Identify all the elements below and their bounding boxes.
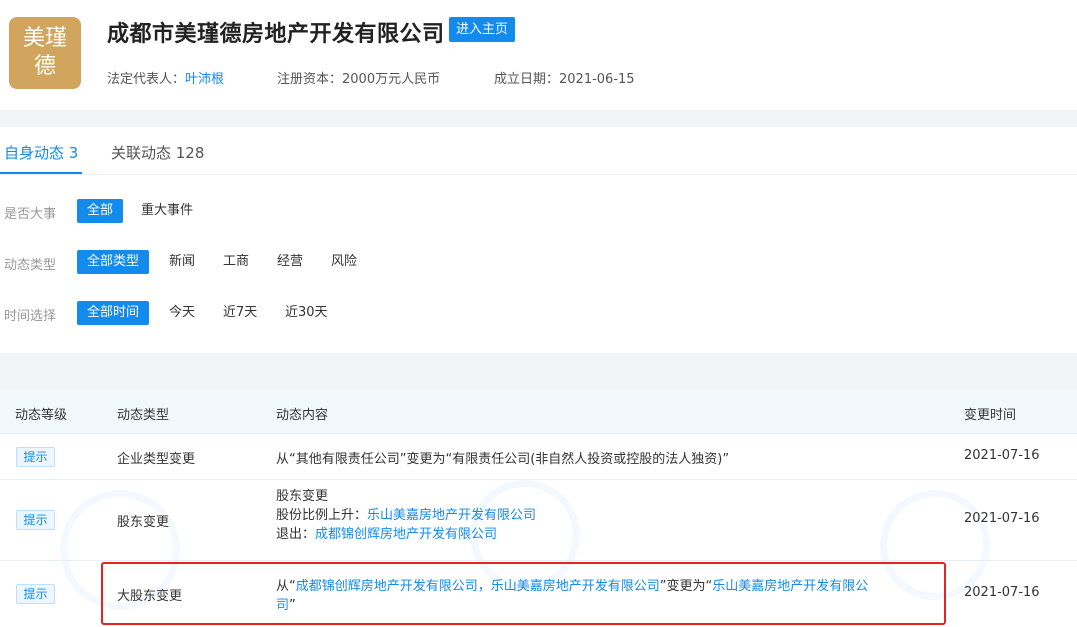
exit-label: 退出： [276,527,316,542]
capital-value: 2000万元人民币 [342,72,441,87]
logo-line-1: 美瑾 [22,26,67,51]
filter-option-news[interactable]: 新闻 [169,250,195,274]
legal-rep-link[interactable]: 叶沛根 [185,72,224,87]
founded-value: 2021-06-15 [559,72,635,87]
row-content-up: 股份比例上升：乐山美嘉房地产开发有限公司 [276,504,536,523]
filter-label-type: 动态类型 [4,258,57,273]
tab-related-updates[interactable]: 关联动态 128 [111,142,204,163]
legal-representative: 法定代表人：叶沛根 [107,68,224,87]
company-logo: 美瑾 德 [9,17,81,89]
filter-option-all-types[interactable]: 全部类型 [77,250,150,274]
col-header-level: 动态等级 [15,408,68,423]
red-highlight-box [101,562,946,625]
filter-option-30days[interactable]: 近30天 [285,301,328,325]
table-header: 动态等级 动态类型 动态内容 变更时间 [0,390,1077,434]
capital-label: 注册资本： [277,72,343,87]
row-content-exit: 退出：成都锦创辉房地产开发有限公司 [276,523,497,542]
level-badge: 提示 [16,584,55,604]
row-type: 股东变更 [117,515,170,530]
filter-option-risk[interactable]: 风险 [331,250,357,274]
registered-capital: 注册资本：2000万元人民币 [277,68,440,87]
row-date: 2021-07-16 [964,585,1040,600]
legal-rep-label: 法定代表人： [107,72,186,87]
col-header-type: 动态类型 [117,408,170,423]
filter-option-business[interactable]: 工商 [223,250,249,274]
filter-option-all-time[interactable]: 全部时间 [77,301,150,325]
filter-option-today[interactable]: 今天 [169,301,195,325]
level-badge: 提示 [16,510,55,530]
table-row: 提示 企业类型变更 从“其他有限责任公司”变更为“有限责任公司(非自然人投资或控… [0,434,1077,480]
filter-option-major-event[interactable]: 重大事件 [141,199,193,223]
row-date: 2021-07-16 [964,448,1040,463]
filter-option-all[interactable]: 全部 [77,199,124,223]
filter-label-time: 时间选择 [4,309,57,324]
table-row: 提示 股东变更 股东变更 股份比例上升：乐山美嘉房地产开发有限公司 退出：成都锦… [0,480,1077,561]
col-header-date: 变更时间 [964,408,1017,423]
founded-label: 成立日期： [494,72,560,87]
row-content: 从“其他有限责任公司”变更为“有限责任公司(非自然人投资或控股的法人独资)” [276,452,730,467]
filter-option-operation[interactable]: 经营 [277,250,303,274]
updates-table: 动态等级 动态类型 动态内容 变更时间 提示 企业类型变更 从“其他有限责任公司… [0,390,1077,627]
row-date: 2021-07-16 [964,511,1040,526]
founded-date: 成立日期：2021-06-15 [494,68,635,87]
active-tab-indicator [0,172,82,174]
company-header: 美瑾 德 成都市美瑾德房地产开发有限公司 进入主页 法定代表人：叶沛根 注册资本… [0,0,1077,110]
company-name: 成都市美瑾德房地产开发有限公司 [107,22,445,47]
level-badge: 提示 [16,447,55,467]
share-increase-company-link[interactable]: 乐山美嘉房地产开发有限公司 [367,508,536,523]
tab-self-updates[interactable]: 自身动态 3 [4,142,78,163]
filter-option-7days[interactable]: 近7天 [223,301,257,325]
filter-panel: 自身动态 3 关联动态 128 是否大事 全部 重大事件 动态类型 全部类型 新… [0,127,1077,353]
row-content-title: 股东变更 [276,489,329,504]
logo-line-2: 德 [33,54,56,79]
tab-bar: 自身动态 3 关联动态 128 [0,127,1077,175]
row-type: 企业类型变更 [117,452,196,467]
filter-label-major: 是否大事 [4,207,57,222]
enter-homepage-button[interactable]: 进入主页 [449,17,515,42]
share-increase-label: 股份比例上升： [276,508,368,523]
exit-company-link[interactable]: 成都锦创辉房地产开发有限公司 [315,527,497,542]
col-header-content: 动态内容 [276,408,329,423]
